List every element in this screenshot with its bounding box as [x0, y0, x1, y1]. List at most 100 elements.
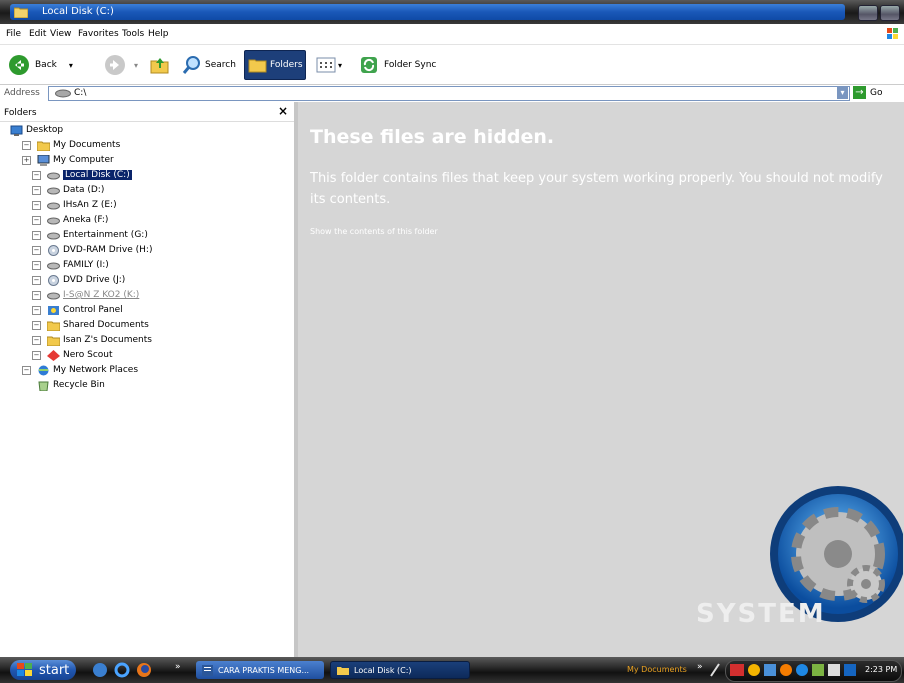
tree-item[interactable]: − Data (D:) [32, 183, 104, 197]
back-button[interactable]: Back ▾ [8, 53, 73, 77]
collapse-icon[interactable]: − [32, 350, 41, 360]
tree-item[interactable]: − My Network Places [22, 363, 138, 377]
quick-launch-more-icon[interactable]: » [175, 662, 181, 672]
taskbar: start » CARA PRAKTIS MENG... Local Disk … [0, 657, 904, 683]
address-dropdown-icon[interactable]: ▾ [837, 87, 848, 99]
task-local-disk[interactable]: Local Disk (C:) [330, 661, 470, 679]
tray-antivirus-icon[interactable] [730, 664, 744, 676]
show-contents-link[interactable]: Show the contents of this folder [310, 227, 438, 236]
tree-item-label: IHsAn Z (E:) [63, 200, 117, 210]
pen-icon[interactable] [708, 662, 722, 678]
collapse-icon[interactable]: − [32, 200, 41, 210]
disk-icon [47, 292, 60, 299]
collapse-icon[interactable]: − [32, 170, 41, 180]
forward-arrow-icon [105, 55, 125, 75]
disk-icon [55, 89, 71, 98]
start-button[interactable]: start [10, 660, 76, 680]
close-folders-pane-button[interactable]: × [278, 104, 288, 118]
address-bar: Address C:\ ▾ → Go [0, 84, 904, 103]
show-desktop-icon[interactable] [92, 662, 108, 678]
tree-item-label: Control Panel [63, 305, 123, 315]
clock[interactable]: 2:23 PM [865, 665, 897, 674]
internet-explorer-icon[interactable] [114, 662, 130, 678]
collapse-icon[interactable]: − [32, 215, 41, 225]
tree-item[interactable]: − Control Panel [32, 303, 123, 317]
up-button[interactable] [150, 53, 170, 77]
desktop-icon [10, 125, 23, 136]
maximize-button[interactable] [880, 5, 900, 21]
collapse-icon[interactable]: − [32, 305, 41, 315]
minimize-button[interactable] [858, 5, 878, 21]
tray-media-icon[interactable] [844, 664, 856, 676]
tray-messenger-icon[interactable] [780, 664, 792, 676]
collapse-icon[interactable]: − [22, 365, 31, 375]
collapse-icon[interactable]: − [32, 245, 41, 255]
tree-item-label: DVD-RAM Drive (H:) [63, 245, 153, 255]
search-icon [182, 56, 200, 74]
go-arrow-icon[interactable]: → [853, 86, 866, 99]
back-dropdown-icon[interactable]: ▾ [69, 61, 73, 70]
menu-tools[interactable]: Tools [122, 29, 144, 39]
collapse-icon[interactable]: − [32, 320, 41, 330]
tree-item[interactable]: − DVD-RAM Drive (H:) [32, 243, 152, 257]
collapse-icon[interactable]: − [32, 260, 41, 270]
task-word-document[interactable]: CARA PRAKTIS MENG... [196, 661, 324, 679]
collapse-icon[interactable]: − [22, 140, 31, 150]
tree-item[interactable]: − IHsAn Z (E:) [32, 198, 117, 212]
tray-bluetooth-icon[interactable] [796, 664, 808, 676]
disk-icon [47, 217, 60, 224]
tree-item[interactable]: − Local Disk (C:) [32, 168, 132, 182]
folders-icon [248, 59, 267, 73]
menu-favorites[interactable]: Favorites [78, 29, 119, 39]
collapse-icon[interactable]: − [32, 185, 41, 195]
search-label: Search [205, 60, 236, 70]
tree-item-label: Data (D:) [63, 185, 105, 195]
address-input[interactable]: C:\ ▾ [48, 86, 850, 101]
menu-help[interactable]: Help [148, 29, 169, 39]
tray-shield-icon[interactable] [748, 664, 760, 676]
folder-sync-label: Folder Sync [384, 60, 437, 70]
forward-button[interactable]: ▾ [104, 53, 138, 77]
folder-sync-button[interactable]: Folder Sync [360, 53, 436, 77]
collapse-icon[interactable]: − [32, 275, 41, 285]
go-button[interactable]: Go [870, 88, 882, 98]
tree-item[interactable]: − Aneka (F:) [32, 213, 108, 227]
views-dropdown-icon[interactable]: ▾ [338, 61, 342, 70]
my-documents-toolbar-label[interactable]: My Documents [627, 665, 687, 674]
tray-network-icon[interactable] [764, 664, 776, 676]
tray-sync-icon[interactable] [812, 664, 824, 676]
firefox-icon[interactable] [136, 662, 152, 678]
collapse-icon[interactable]: − [32, 335, 41, 345]
folders-button[interactable]: Folders [244, 50, 306, 80]
tree-item[interactable]: − DVD Drive (J:) [32, 273, 125, 287]
tree-item[interactable]: − My Documents [22, 138, 120, 152]
nero-icon [47, 349, 60, 361]
menu-edit[interactable]: Edit [29, 29, 46, 39]
tree-item[interactable]: − Entertainment (G:) [32, 228, 148, 242]
tray-security-icon[interactable] [828, 664, 840, 676]
divider [0, 121, 294, 122]
task-label: CARA PRAKTIS MENG... [218, 665, 310, 675]
tree-item[interactable]: − Isan Z's Documents [32, 333, 152, 347]
folder-window-icon [14, 7, 28, 18]
tree-item[interactable]: − Nero Scout [32, 348, 113, 362]
collapse-icon[interactable]: − [32, 290, 41, 300]
title-bar[interactable]: Local Disk (C:) [0, 0, 904, 24]
system-logo-text: SYSTEM [696, 599, 826, 629]
search-button[interactable]: Search [182, 53, 236, 77]
back-arrow-icon [9, 55, 29, 75]
tree-item[interactable]: Recycle Bin [22, 378, 105, 392]
forward-dropdown-icon[interactable]: ▾ [134, 61, 138, 70]
tree-item[interactable]: + My Computer [22, 153, 114, 167]
toolbar-more-icon[interactable]: » [697, 662, 703, 672]
tree-item[interactable]: − Shared Documents [32, 318, 149, 332]
tree-item[interactable]: − FAMILY (I:) [32, 258, 109, 272]
menu-file[interactable]: File [6, 29, 21, 39]
collapse-icon[interactable]: − [32, 230, 41, 240]
back-label: Back [35, 60, 57, 70]
expand-icon[interactable]: + [22, 155, 31, 165]
views-button[interactable]: ▾ [316, 53, 342, 77]
tree-item[interactable]: − I-S@N Z KO2 (K:) [32, 288, 139, 302]
menu-view[interactable]: View [50, 29, 71, 39]
tree-item[interactable]: Desktop [10, 123, 63, 137]
